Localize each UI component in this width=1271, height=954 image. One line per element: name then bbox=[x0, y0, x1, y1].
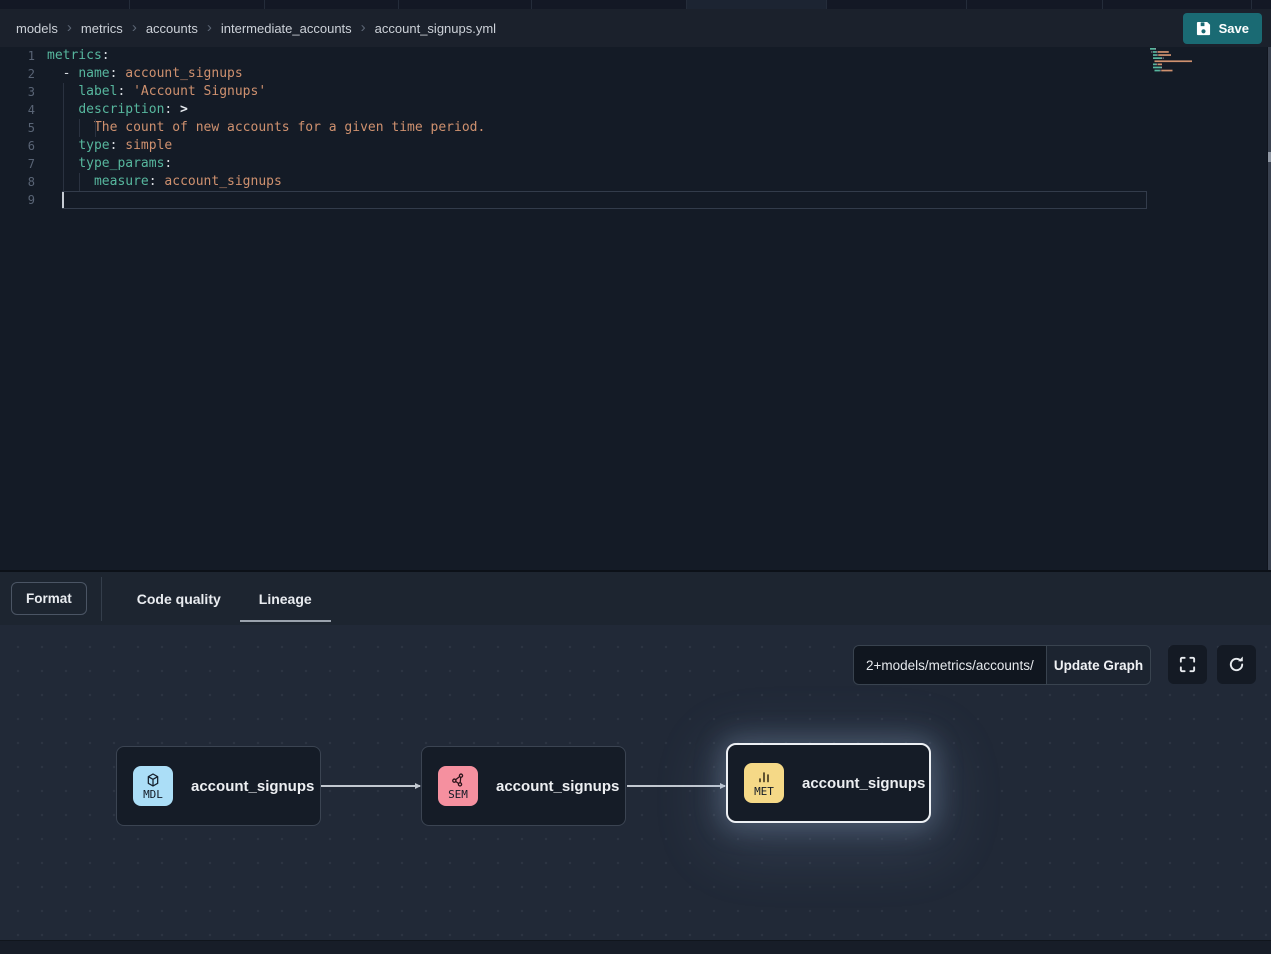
line-number: 6 bbox=[0, 137, 45, 155]
lineage-node-mdl[interactable]: MDL account_signups bbox=[116, 746, 321, 826]
bar-chart-icon bbox=[756, 769, 772, 785]
fullscreen-button[interactable] bbox=[1168, 645, 1207, 684]
refresh-icon bbox=[1227, 655, 1246, 674]
file-header: models › metrics › accounts › intermediate_acc… bbox=[0, 9, 1271, 47]
tab-code-quality[interactable]: Code quality bbox=[118, 572, 240, 625]
cube-icon bbox=[145, 772, 161, 788]
node-label: account_signups bbox=[191, 778, 314, 795]
badge-label: MDL bbox=[143, 789, 163, 801]
code-text: label: 'Account Signups' bbox=[47, 83, 266, 101]
code-line[interactable]: 5 The count of new accounts for a given … bbox=[0, 119, 1271, 137]
panel-tab-bar: Format Code qualityLineage bbox=[0, 572, 1271, 625]
code-editor[interactable]: 1metrics:2 - name: account_signups3 labe… bbox=[0, 47, 1271, 570]
breadcrumb-item[interactable]: intermediate_accounts bbox=[221, 21, 352, 36]
panel-tabs: Code qualityLineage bbox=[118, 572, 331, 625]
tab-segment[interactable] bbox=[399, 0, 532, 9]
indent-guide bbox=[95, 119, 96, 137]
code-line[interactable]: 3 label: 'Account Signups' bbox=[0, 83, 1271, 101]
chevron-right-icon: › bbox=[67, 20, 72, 35]
code-line[interactable]: 6 type: simple bbox=[0, 137, 1271, 155]
lineage-edge bbox=[627, 785, 725, 787]
node-label: account_signups bbox=[496, 778, 619, 795]
text-cursor bbox=[62, 192, 64, 208]
code-line[interactable]: 4 description: > bbox=[0, 101, 1271, 119]
code-line[interactable]: 1metrics: bbox=[0, 47, 1271, 65]
tab-segment[interactable] bbox=[265, 0, 399, 9]
code-text: metrics: bbox=[47, 47, 110, 65]
chevron-right-icon: › bbox=[132, 20, 137, 35]
lineage-edge bbox=[321, 785, 420, 787]
node-type-badge: SEM bbox=[438, 766, 478, 806]
editor-scrollbar[interactable] bbox=[1267, 47, 1271, 570]
update-graph-button[interactable]: Update Graph bbox=[1046, 646, 1150, 684]
line-number: 9 bbox=[0, 191, 45, 209]
code-line[interactable]: 2 - name: account_signups bbox=[0, 65, 1271, 83]
code-line[interactable]: 7 type_params: bbox=[0, 155, 1271, 173]
line-number: 1 bbox=[0, 47, 45, 65]
lineage-canvas[interactable]: Update Graph bbox=[0, 625, 1271, 940]
tab-segment[interactable] bbox=[827, 0, 967, 9]
code-text: measure: account_signups bbox=[47, 173, 282, 191]
divider bbox=[101, 577, 102, 621]
breadcrumb-item[interactable]: account_signups.yml bbox=[375, 21, 496, 36]
indent-guide bbox=[79, 119, 80, 137]
lineage-controls: Update Graph bbox=[853, 645, 1256, 685]
badge-label: SEM bbox=[448, 789, 468, 801]
node-type-badge: MDL bbox=[133, 766, 173, 806]
floppy-disk-icon bbox=[1196, 21, 1211, 36]
breadcrumb: models › metrics › accounts › intermediate_acc… bbox=[16, 21, 496, 36]
bottom-panel: Format Code qualityLineage Update Graph bbox=[0, 570, 1271, 954]
line-number: 5 bbox=[0, 119, 45, 137]
tab-segment[interactable] bbox=[130, 0, 265, 9]
lineage-node-met[interactable]: MET account_signups bbox=[726, 743, 931, 823]
indent-guide bbox=[79, 173, 80, 191]
breadcrumb-item[interactable]: models bbox=[16, 21, 58, 36]
line-number: 2 bbox=[0, 65, 45, 83]
bottom-status-band bbox=[0, 940, 1271, 954]
save-button[interactable]: Save bbox=[1183, 13, 1262, 44]
lineage-filter-group: Update Graph bbox=[853, 645, 1151, 685]
cursor-line-highlight bbox=[62, 191, 1147, 209]
lineage-filter-input[interactable] bbox=[854, 646, 1046, 684]
fullscreen-icon bbox=[1178, 655, 1197, 674]
line-number: 7 bbox=[0, 155, 45, 173]
tab-segment[interactable] bbox=[687, 0, 827, 9]
badge-label: MET bbox=[754, 786, 774, 798]
refresh-button[interactable] bbox=[1217, 645, 1256, 684]
top-tab-strip bbox=[0, 0, 1271, 9]
chevron-right-icon: › bbox=[361, 20, 366, 35]
tab-segment[interactable] bbox=[1252, 0, 1271, 9]
tab-lineage[interactable]: Lineage bbox=[240, 572, 331, 625]
format-button[interactable]: Format bbox=[11, 582, 87, 615]
tab-segment[interactable] bbox=[532, 0, 687, 9]
node-type-badge: MET bbox=[744, 763, 784, 803]
breadcrumb-item[interactable]: metrics bbox=[81, 21, 123, 36]
line-number: 3 bbox=[0, 83, 45, 101]
save-button-label: Save bbox=[1219, 21, 1249, 36]
line-number: 8 bbox=[0, 173, 45, 191]
tab-segment[interactable] bbox=[0, 0, 130, 9]
ide-root: models › metrics › accounts › intermediate_acc… bbox=[0, 0, 1271, 954]
breadcrumb-item[interactable]: accounts bbox=[146, 21, 198, 36]
semantic-graph-icon bbox=[450, 772, 466, 788]
line-number: 4 bbox=[0, 101, 45, 119]
chevron-right-icon: › bbox=[207, 20, 212, 35]
code-lines: 1metrics:2 - name: account_signups3 labe… bbox=[0, 47, 1271, 209]
code-line[interactable]: 8 measure: account_signups bbox=[0, 173, 1271, 191]
tab-segment[interactable] bbox=[1103, 0, 1252, 9]
code-text: type_params: bbox=[47, 155, 172, 173]
code-text: - name: account_signups bbox=[47, 65, 243, 83]
node-label: account_signups bbox=[802, 775, 925, 792]
code-text: description: > bbox=[47, 101, 188, 119]
tab-segment[interactable] bbox=[967, 0, 1103, 9]
lineage-node-sem[interactable]: SEM account_signups bbox=[421, 746, 626, 826]
minimap[interactable] bbox=[1150, 48, 1212, 76]
code-text: The count of new accounts for a given ti… bbox=[47, 119, 485, 137]
indent-guide bbox=[63, 83, 64, 191]
code-text: type: simple bbox=[47, 137, 172, 155]
